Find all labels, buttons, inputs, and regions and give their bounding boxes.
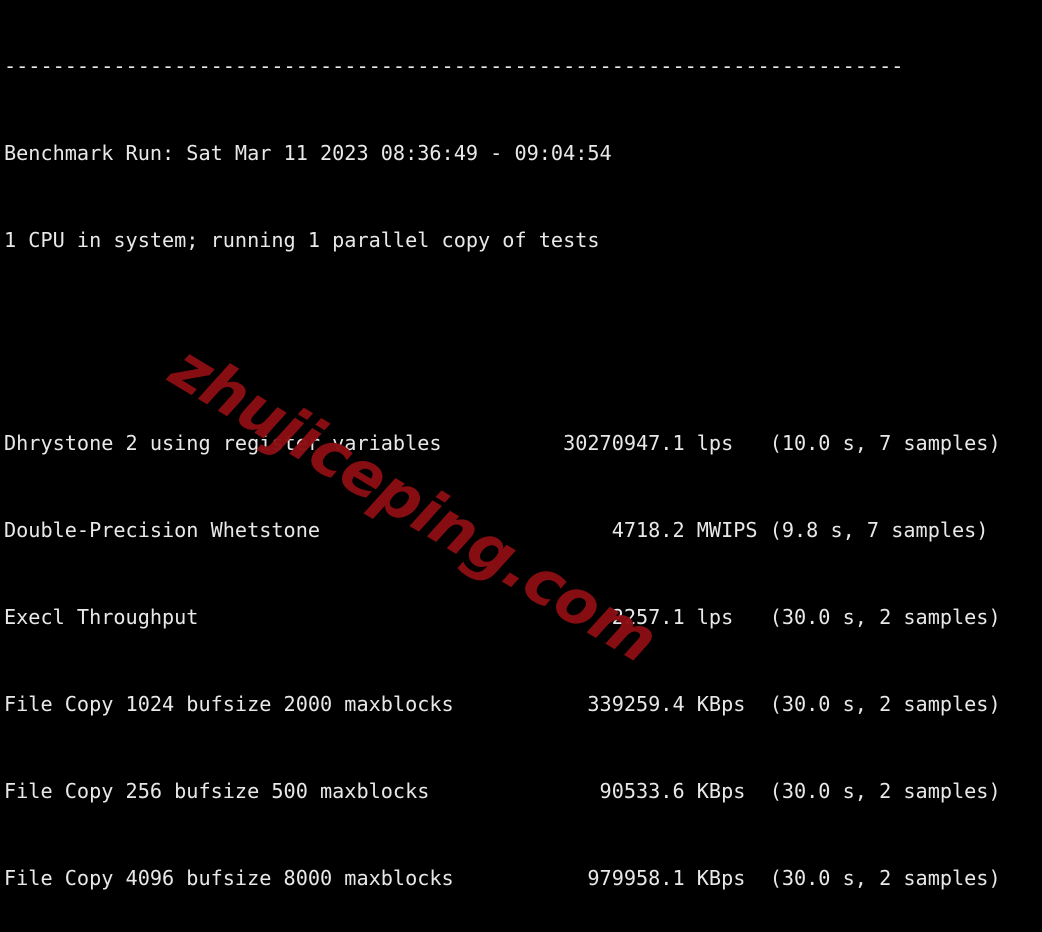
terminal-output: ----------------------------------------… [4,0,1001,932]
result-row: Dhrystone 2 using register variables 302… [4,431,1001,455]
cpu-info-line: 1 CPU in system; running 1 parallel copy… [4,228,600,252]
benchmark-run-line: Benchmark Run: Sat Mar 11 2023 08:36:49 … [4,141,612,165]
result-row: Double-Precision Whetstone 4718.2 MWIPS … [4,518,989,542]
result-row: File Copy 256 bufsize 500 maxblocks 9053… [4,779,1001,803]
result-row: File Copy 4096 bufsize 8000 maxblocks 97… [4,866,1001,890]
result-row: Execl Throughput 2257.1 lps (30.0 s, 2 s… [4,605,1001,629]
top-rule: ----------------------------------------… [4,54,904,78]
result-row: File Copy 1024 bufsize 2000 maxblocks 33… [4,692,1001,716]
terminal-window: zhujiceping.com ------------------------… [0,0,1042,932]
